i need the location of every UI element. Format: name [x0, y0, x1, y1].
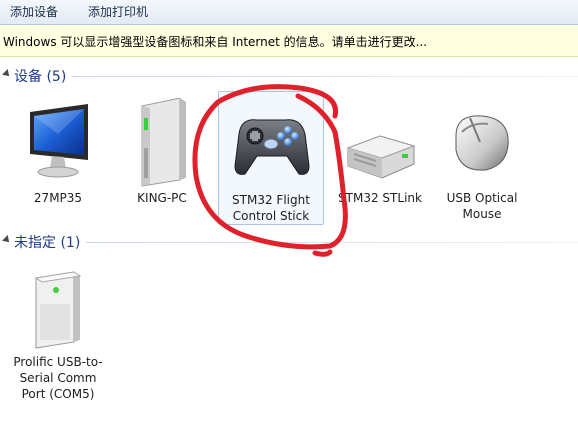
- device-box-icon: [6, 268, 110, 358]
- group-divider: [86, 242, 578, 243]
- device-label: Prolific USB-to-Serial Comm Port (COM5): [13, 355, 103, 401]
- monitor-icon: [6, 98, 110, 188]
- collapse-arrow-icon[interactable]: [2, 69, 12, 79]
- device-label: 27MP35: [33, 191, 83, 205]
- group-divider: [72, 76, 578, 77]
- info-bar-text: Windows 可以显示增强型设备图标和来自 Internet 的信息。请单击进…: [3, 35, 428, 49]
- device-item-27mp35[interactable]: 27MP35: [6, 98, 110, 208]
- add-device-button[interactable]: 添加设备: [10, 4, 58, 20]
- group-title: 未指定 (1): [14, 235, 81, 251]
- device-item-stm32-flight-control-stick[interactable]: STM32 Flight Control Stick: [218, 91, 324, 225]
- gamepad-icon: [219, 104, 323, 194]
- device-item-king-pc[interactable]: KING-PC: [110, 98, 214, 208]
- device-item-prolific-usb-to-serial[interactable]: Prolific USB-to-Serial Comm Port (COM5): [6, 268, 110, 428]
- computer-tower-icon: [110, 98, 214, 188]
- external-drive-icon: [328, 98, 432, 188]
- add-printer-button[interactable]: 添加打印机: [88, 4, 148, 20]
- group-title: 设备 (5): [14, 69, 67, 85]
- group-header-devices[interactable]: 设备 (5): [0, 66, 578, 86]
- device-label: USB Optical Mouse: [446, 191, 518, 221]
- info-bar[interactable]: Windows 可以显示增强型设备图标和来自 Internet 的信息。请单击进…: [0, 25, 578, 57]
- device-label: KING-PC: [137, 191, 187, 205]
- device-label: STM32 STLink: [338, 191, 422, 205]
- group-header-unspecified[interactable]: 未指定 (1): [0, 232, 578, 252]
- collapse-arrow-icon[interactable]: [2, 235, 12, 245]
- device-item-stm32-stlink[interactable]: STM32 STLink: [328, 98, 432, 208]
- device-item-usb-optical-mouse[interactable]: USB Optical Mouse: [430, 98, 534, 228]
- command-bar: 添加设备 添加打印机: [0, 0, 578, 25]
- device-label: STM32 Flight Control Stick: [232, 193, 310, 223]
- mouse-icon: [430, 98, 534, 188]
